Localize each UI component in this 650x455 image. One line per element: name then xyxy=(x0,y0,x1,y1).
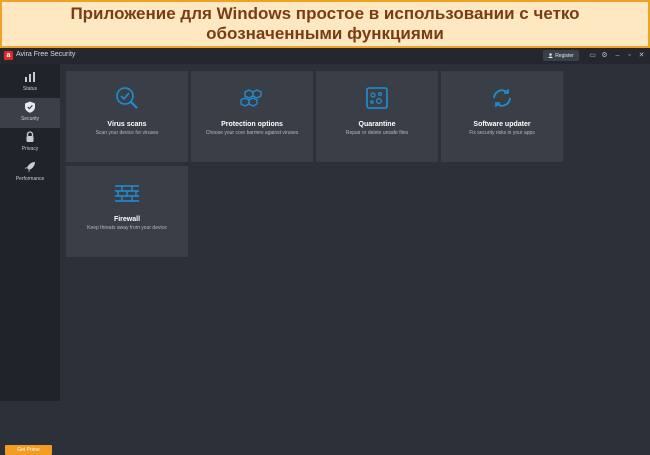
sidebar-item-privacy[interactable]: Privacy xyxy=(0,128,60,158)
tile-quarantine[interactable]: Quarantine Repair or delete unsafe files xyxy=(316,71,438,162)
register-button[interactable]: Register xyxy=(543,50,579,61)
chat-icon[interactable]: ▭ xyxy=(588,51,597,60)
close-icon[interactable]: ✕ xyxy=(637,51,646,60)
tile-title: Firewall xyxy=(113,216,141,223)
tile-virus-scans[interactable]: Virus scans Scan your device for viruses xyxy=(66,71,188,162)
sidebar-item-label: Privacy xyxy=(21,146,39,152)
tile-description: Repair or delete unsafe files xyxy=(345,130,409,136)
tile-software-updater[interactable]: Software updater Fix security risks in y… xyxy=(441,71,563,162)
gear-icon[interactable]: ⚙ xyxy=(600,51,609,60)
minimize-icon[interactable]: – xyxy=(613,51,622,60)
window-title: Avira Free Security xyxy=(16,51,76,58)
user-icon xyxy=(548,53,554,58)
sidebar-item-label: Performance xyxy=(15,176,45,182)
bars-icon xyxy=(25,72,35,82)
refresh-icon xyxy=(493,89,511,107)
tile-title: Virus scans xyxy=(107,121,147,128)
register-label: Register xyxy=(555,52,574,59)
quarantine-box-icon xyxy=(366,87,388,109)
tile-description: Choose your core barriers against viruse… xyxy=(205,130,299,136)
tile-title: Protection options xyxy=(221,121,283,128)
caption-text: Приложение для Windows простое в использ… xyxy=(70,4,580,43)
avira-logo-icon: a xyxy=(4,51,13,60)
title-bar: a Avira Free Security Register ▭ ⚙ – ▫ ✕ xyxy=(0,48,650,64)
caption-banner: Приложение для Windows простое в использ… xyxy=(0,0,650,48)
sidebar-item-label: Status xyxy=(22,86,38,92)
magnifier-check-icon xyxy=(116,87,138,109)
hexagons-icon xyxy=(240,89,262,107)
tile-description: Fix security risks in your apps xyxy=(469,130,535,136)
sidebar-item-label: Security xyxy=(20,116,40,122)
shield-icon xyxy=(25,101,35,113)
sidebar: Status Security Privacy Performance Get … xyxy=(0,64,60,455)
sidebar-item-performance[interactable]: Performance xyxy=(0,158,60,188)
tile-title: Software updater xyxy=(473,121,531,128)
tile-title: Quarantine xyxy=(358,121,396,128)
lock-icon xyxy=(26,131,34,142)
tile-description: Scan your device for viruses xyxy=(95,130,159,136)
maximize-icon[interactable]: ▫ xyxy=(625,51,634,60)
tile-protection-options[interactable]: Protection options Choose your core barr… xyxy=(191,71,313,162)
sidebar-item-status[interactable]: Status xyxy=(0,68,60,98)
get-prime-button[interactable]: Get Prime xyxy=(5,445,52,455)
brick-wall-icon xyxy=(115,185,139,202)
sidebar-item-security[interactable]: Security xyxy=(0,98,60,128)
tile-firewall[interactable]: Firewall Keep threats away from your dev… xyxy=(66,166,188,257)
tile-description: Keep threats away from your device xyxy=(87,225,167,231)
rocket-icon xyxy=(25,162,35,172)
